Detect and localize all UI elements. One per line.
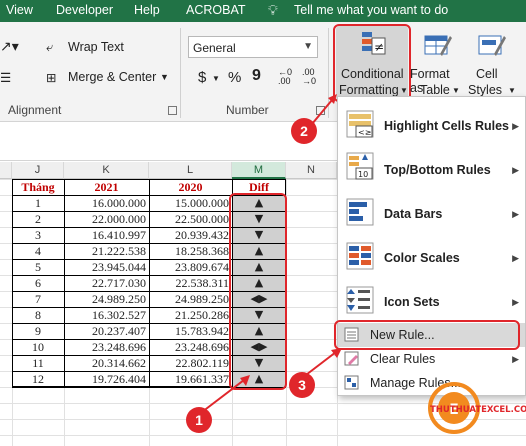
callout-1: 1 xyxy=(186,407,212,433)
callout-3: 3 xyxy=(289,372,315,398)
svg-text:THUTHUATEXCEL.COM: THUTHUATEXCEL.COM xyxy=(430,405,526,415)
thuthuatexcel-logo: E THUTHUATEXCEL.COM xyxy=(424,378,526,438)
callout-2: 2 xyxy=(291,118,317,144)
logo-mark: E THUTHUATEXCEL.COM xyxy=(428,382,526,434)
